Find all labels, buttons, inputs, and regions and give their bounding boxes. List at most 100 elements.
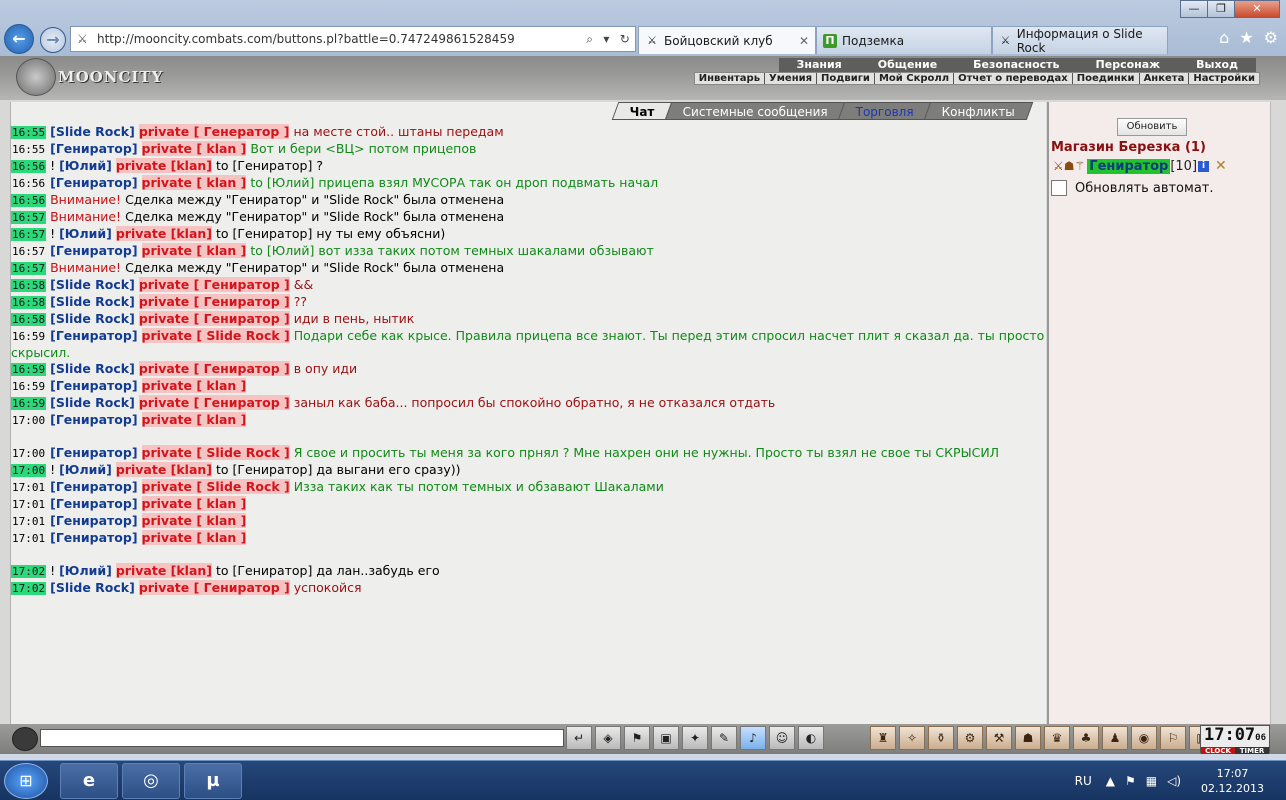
chat-nick[interactable]: [Гениратор] <box>50 328 137 343</box>
chat-nick[interactable]: [Гениратор] <box>50 530 137 545</box>
taskbar-chrome-icon[interactable]: ◎ <box>122 763 180 799</box>
chat-private-tag[interactable]: private [ Slide Rock ] <box>141 445 290 460</box>
forward-button[interactable]: → <box>40 27 66 53</box>
chat-private-tag[interactable]: private [ Гениратор ] <box>138 294 290 309</box>
chat-timestamp[interactable]: 17:02 <box>11 565 47 578</box>
chat-private-tag[interactable]: private [ klan ] <box>141 141 247 156</box>
fight-icon[interactable]: ✦ <box>682 726 708 750</box>
chat-nick[interactable]: [Гениратор] <box>50 445 137 460</box>
chat-timestamp[interactable]: 16:57 <box>11 211 47 224</box>
menu-communication[interactable]: Общение <box>860 58 955 72</box>
chat-private-tag[interactable]: private [ Гениратор ] <box>138 311 290 326</box>
maximize-button[interactable]: ❐ <box>1207 0 1235 18</box>
chat-private-tag[interactable]: private [ Slide Rock ] <box>141 479 290 494</box>
helmet-icon[interactable]: ◐ <box>798 726 824 750</box>
music-icon[interactable]: ♪ <box>740 726 766 750</box>
chat-nick[interactable]: [Slide Rock] <box>50 277 135 292</box>
system-clock[interactable]: 17:07 02.12.2013 <box>1201 766 1264 796</box>
chat-timestamp[interactable]: 17:00 <box>11 464 47 477</box>
orb-icon[interactable]: ◉ <box>1131 726 1157 750</box>
chat-nick[interactable]: [Slide Rock] <box>50 580 135 595</box>
tray-arrow-icon[interactable]: ▲ <box>1106 774 1115 788</box>
refresh-icon[interactable]: ↻ <box>620 32 630 47</box>
chat-private-tag[interactable]: private [ klan ] <box>141 378 247 393</box>
info-icon[interactable]: i <box>1198 160 1210 172</box>
submenu-transfer-report[interactable]: Отчет о переводах <box>954 73 1073 84</box>
chat-nick[interactable]: [Гениратор] <box>50 378 137 393</box>
chat-timestamp[interactable]: 16:55 <box>11 143 46 156</box>
chat-nick[interactable]: [Юлий] <box>59 563 112 578</box>
chat-nick[interactable]: [Гениратор] <box>50 479 137 494</box>
submenu-skills[interactable]: Умения <box>765 73 818 84</box>
edit-icon[interactable]: ✎ <box>711 726 737 750</box>
dropdown-icon[interactable]: ▾ <box>603 32 609 47</box>
chat-nick[interactable]: [Гениратор] <box>50 496 137 511</box>
submenu-fights[interactable]: Поединки <box>1073 73 1140 84</box>
filter-icon[interactable]: ⚑ <box>624 726 650 750</box>
chat-nick[interactable]: [Гениратор] <box>50 412 137 427</box>
chat-input[interactable] <box>40 729 564 747</box>
chat-timestamp[interactable]: 16:58 <box>11 279 47 292</box>
auto-refresh-checkbox[interactable] <box>1051 180 1067 196</box>
magic-icon[interactable]: ✧ <box>899 726 925 750</box>
chat-timestamp[interactable]: 17:00 <box>11 447 46 460</box>
chat-private-tag[interactable]: private [ Гениратор ] <box>138 361 290 376</box>
chat-timestamp[interactable]: 16:59 <box>11 363 47 376</box>
chat-timestamp[interactable]: 16:56 <box>11 194 47 207</box>
submenu-my-scroll[interactable]: Мой Скролл <box>875 73 955 84</box>
menu-exit[interactable]: Выход <box>1178 58 1256 72</box>
submenu-settings[interactable]: Настройки <box>1189 73 1259 84</box>
submenu-feats[interactable]: Подвиги <box>817 73 875 84</box>
chat-timestamp[interactable]: 17:02 <box>11 582 47 595</box>
tab-chat[interactable]: Чат <box>611 102 674 120</box>
home-icon[interactable]: ⌂ <box>1219 28 1229 47</box>
tab-podzemka[interactable]: П Подземка <box>816 26 992 54</box>
address-url[interactable]: http://mooncity.combats.com/buttons.pl?b… <box>97 32 581 46</box>
chat-private-tag[interactable]: private [klan] <box>115 158 213 173</box>
chat-timestamp[interactable]: 16:55 <box>11 126 47 139</box>
chat-private-tag[interactable]: private [ klan ] <box>141 496 247 511</box>
battle-icon[interactable]: ✕ <box>1215 158 1227 174</box>
chat-timestamp[interactable]: 16:59 <box>11 330 46 343</box>
submenu-inventory[interactable]: Инвентарь <box>695 73 766 84</box>
tab-fight-club[interactable]: ⚔ Бойцовский клуб ✕ <box>638 26 816 54</box>
knight-icon[interactable]: ♜ <box>870 726 896 750</box>
menu-knowledge[interactable]: Знания <box>779 58 860 72</box>
chat-timestamp[interactable]: 16:56 <box>11 160 47 173</box>
chat-private-tag[interactable]: private [ Гениратор ] <box>138 277 290 292</box>
tab-info-slide-rock[interactable]: ⚔ Информация о Slide Rock <box>992 26 1168 55</box>
language-indicator[interactable]: RU <box>1075 774 1092 788</box>
chat-private-tag[interactable]: private [ klan ] <box>141 513 247 528</box>
clear-icon[interactable]: ◈ <box>595 726 621 750</box>
chat-nick[interactable]: [Юлий] <box>59 226 112 241</box>
chat-timestamp[interactable]: 17:01 <box>11 481 46 494</box>
chat-timestamp[interactable]: 16:59 <box>11 397 47 410</box>
chat-private-tag[interactable]: private [klan] <box>115 462 213 477</box>
chat-nick[interactable]: [Гениратор] <box>50 175 137 190</box>
minimize-button[interactable]: — <box>1180 0 1208 18</box>
taskbar-ie-icon[interactable]: e <box>60 763 118 799</box>
chat-timestamp[interactable]: 16:57 <box>11 245 46 258</box>
chat-timestamp[interactable]: 16:59 <box>11 380 46 393</box>
settings-gear-icon[interactable]: ⚙ <box>1264 28 1278 47</box>
start-button[interactable]: ⊞ <box>4 763 48 799</box>
volume-icon[interactable]: ◁) <box>1167 774 1181 788</box>
pawn-icon[interactable]: ♟ <box>1102 726 1128 750</box>
chat-private-tag[interactable]: private [ klan ] <box>141 530 247 545</box>
chat-nick[interactable]: [Slide Rock] <box>50 311 135 326</box>
house-icon[interactable]: ☗ <box>1015 726 1041 750</box>
tab-trade[interactable]: Торговля <box>837 102 933 120</box>
tab-conflicts[interactable]: Конфликты <box>923 102 1034 120</box>
chat-private-tag[interactable]: private [klan] <box>115 563 213 578</box>
chat-nick[interactable]: [Гениратор] <box>50 513 137 528</box>
chat-nick[interactable]: [Гениратор] <box>50 243 137 258</box>
chat-timestamp[interactable]: 16:57 <box>11 262 47 275</box>
favorites-star-icon[interactable]: ★ <box>1239 28 1253 47</box>
chat-private-tag[interactable]: private [ Slide Rock ] <box>141 328 290 343</box>
tools-icon[interactable]: ⚒ <box>986 726 1012 750</box>
user-name[interactable]: Гениратор <box>1087 158 1171 174</box>
chat-nick[interactable]: [Юлий] <box>59 158 112 173</box>
chat-private-tag[interactable]: private [ Гениратор ] <box>138 580 290 595</box>
chat-timestamp[interactable]: 16:58 <box>11 313 47 326</box>
smiley-icon[interactable]: ☺ <box>769 726 795 750</box>
